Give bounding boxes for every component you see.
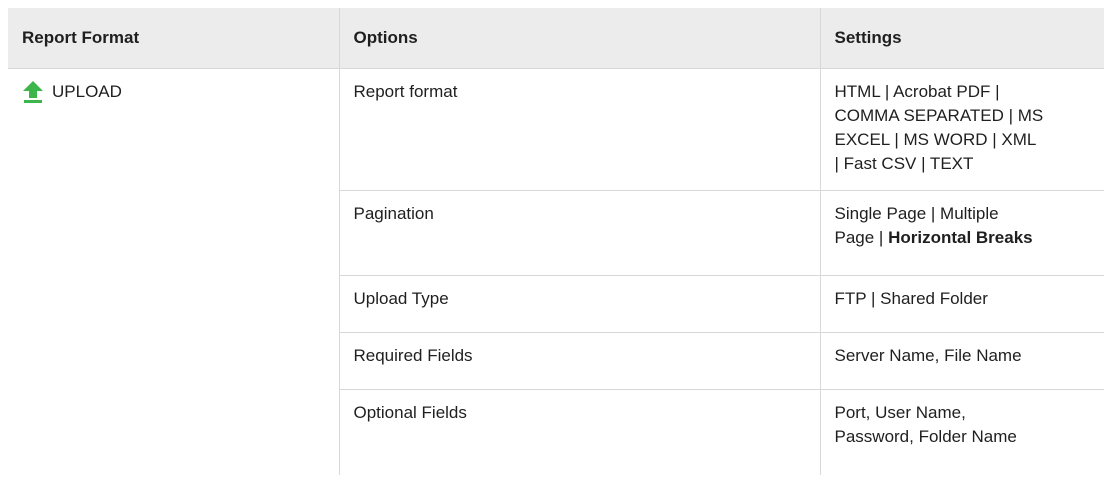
setting-line: EXCEL | MS WORD | XML bbox=[834, 130, 1037, 149]
header-options: Options bbox=[338, 8, 820, 69]
setting-cell: FTP | Shared Folder bbox=[819, 275, 1104, 333]
setting-line: Password, Folder Name bbox=[834, 427, 1017, 446]
table-row: UPLOAD Report format HTML | Acrobat PDF … bbox=[8, 68, 1104, 191]
setting-line-with-bold: Page | Horizontal Breaks bbox=[835, 226, 1104, 250]
setting-bold-text: Horizontal Breaks bbox=[888, 228, 1033, 247]
setting-line: HTML | Acrobat PDF | bbox=[834, 82, 1000, 101]
setting-line: Port, User Name, bbox=[834, 403, 966, 422]
setting-line: Single Page | Multiple bbox=[834, 204, 999, 223]
setting-cell: Single Page | Multiple Page | Horizontal… bbox=[819, 190, 1104, 276]
header-report-format: Report Format bbox=[8, 8, 339, 69]
option-cell: Pagination bbox=[338, 190, 820, 276]
setting-cell: Server Name, File Name bbox=[819, 332, 1104, 390]
upload-format: UPLOAD bbox=[22, 80, 325, 104]
option-cell: Optional Fields bbox=[338, 389, 820, 475]
option-cell: Report format bbox=[338, 68, 820, 191]
format-label: UPLOAD bbox=[52, 82, 122, 101]
setting-line: COMMA SEPARATED | MS bbox=[834, 106, 1044, 125]
header-settings: Settings bbox=[819, 8, 1104, 69]
table-header-row: Report Format Options Settings bbox=[8, 8, 1104, 69]
option-cell: Required Fields bbox=[338, 332, 820, 390]
setting-cell: HTML | Acrobat PDF | COMMA SEPARATED | M… bbox=[819, 68, 1104, 191]
setting-cell: Port, User Name, Password, Folder Name bbox=[819, 389, 1104, 475]
setting-line: | Fast CSV | TEXT bbox=[834, 154, 974, 173]
option-cell: Upload Type bbox=[338, 275, 820, 333]
format-cell: UPLOAD bbox=[8, 69, 339, 475]
report-format-table: Report Format Options Settings UPLOAD Re… bbox=[8, 8, 1104, 475]
setting-text: Page | bbox=[834, 228, 889, 247]
upload-arrow-icon bbox=[22, 80, 44, 104]
